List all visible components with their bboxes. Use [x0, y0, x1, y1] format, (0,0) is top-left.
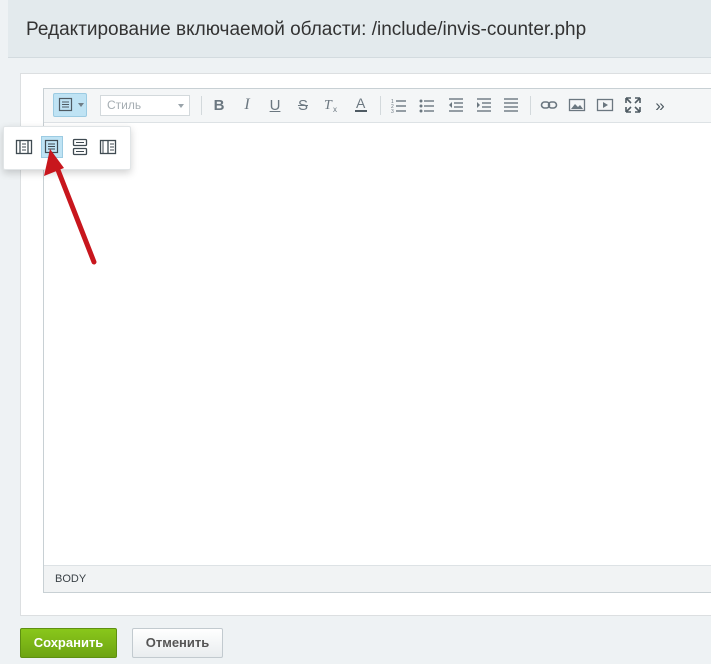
image-icon [568, 98, 586, 112]
style-select-value: Стиль [107, 98, 142, 112]
underline-icon: U [269, 96, 281, 114]
unordered-list-button[interactable] [416, 94, 438, 116]
split-horizontal-option[interactable] [69, 136, 91, 158]
double-chevron-right-icon: » [655, 95, 665, 115]
toolbar-divider [380, 96, 381, 115]
outdent-icon [449, 98, 463, 112]
align-button[interactable] [500, 94, 522, 116]
split-vertical-option[interactable] [97, 136, 119, 158]
text-color-icon: A [355, 96, 367, 112]
video-icon [596, 98, 614, 112]
code-mode-icon [15, 139, 33, 155]
chevron-down-icon [78, 103, 84, 107]
ordered-list-icon: 1 2 3 [391, 99, 406, 114]
svg-text:x: x [333, 105, 337, 114]
dialog-titlebar: Редактирование включаемой области: /incl… [8, 0, 711, 58]
link-button[interactable] [538, 94, 560, 116]
strikethrough-button[interactable]: S [292, 94, 314, 116]
style-select[interactable]: Стиль [100, 95, 190, 116]
html-editor: Стиль B I U S T x A 1 2 3 » BODY [43, 88, 711, 593]
cancel-button[interactable]: Отменить [132, 628, 223, 658]
italic-button[interactable]: I [236, 94, 258, 116]
visual-mode-icon [44, 139, 59, 154]
link-icon [540, 101, 558, 109]
image-button[interactable] [566, 94, 588, 116]
more-button[interactable]: » [649, 94, 671, 116]
editor-statusbar: BODY [44, 565, 711, 592]
remove-format-icon: T x [324, 98, 337, 114]
split-horizontal-icon [72, 138, 88, 156]
visual-mode-option[interactable] [41, 136, 63, 158]
unordered-list-icon [419, 99, 434, 113]
code-mode-option[interactable] [13, 136, 35, 158]
visual-mode-icon [58, 97, 73, 112]
svg-text:A: A [356, 96, 366, 111]
fullscreen-button[interactable] [622, 94, 644, 116]
toolbar-divider [530, 96, 531, 115]
indent-icon [477, 98, 491, 112]
bold-icon: B [213, 96, 225, 114]
dialog-title: Редактирование включаемой области: /incl… [26, 19, 587, 40]
svg-text:T: T [324, 98, 333, 113]
element-path[interactable]: BODY [55, 573, 86, 585]
view-mode-menu [3, 126, 131, 170]
ordered-list-button[interactable]: 1 2 3 [388, 94, 410, 116]
align-justify-icon [504, 98, 518, 112]
fullscreen-icon [625, 97, 641, 113]
view-mode-button[interactable] [53, 93, 87, 117]
italic-icon: I [244, 96, 250, 113]
save-button[interactable]: Сохранить [20, 628, 117, 658]
dialog: Редактирование включаемой области: /incl… [0, 0, 711, 664]
split-vertical-icon [99, 139, 117, 155]
bold-button[interactable]: B [208, 94, 230, 116]
remove-format-button[interactable]: T x [320, 94, 342, 116]
toolbar-divider [201, 96, 202, 115]
editor-toolbar: Стиль B I U S T x A 1 2 3 » [44, 89, 711, 123]
chevron-down-icon [178, 104, 184, 108]
svg-text:3: 3 [391, 109, 394, 114]
indent-button[interactable] [473, 94, 495, 116]
strikethrough-icon: S [297, 96, 308, 114]
underline-button[interactable]: U [264, 94, 286, 116]
text-color-button[interactable]: A [350, 94, 372, 116]
outdent-button[interactable] [445, 94, 467, 116]
video-button[interactable] [594, 94, 616, 116]
